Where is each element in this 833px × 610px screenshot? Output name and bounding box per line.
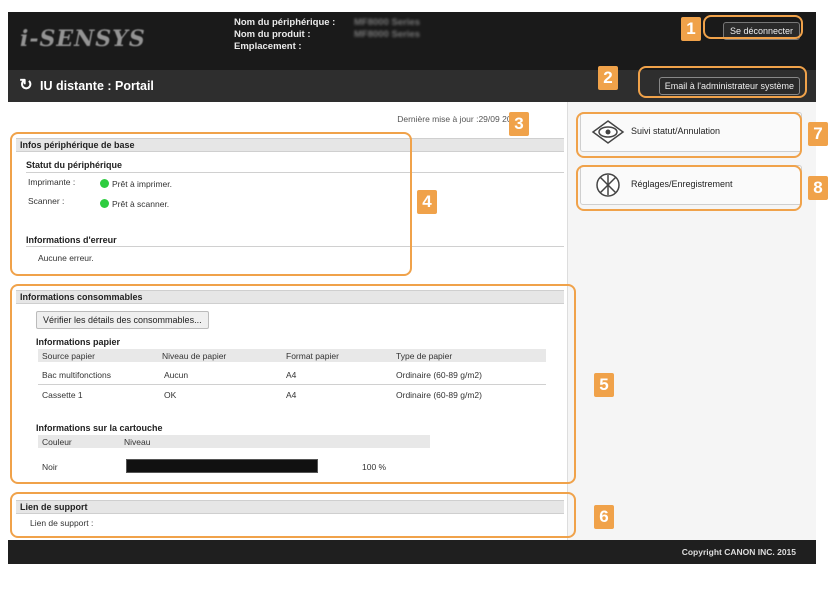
callout-outline [703,15,803,39]
page-title: IU distante : Portail [40,79,154,93]
callout-number: 5 [594,373,614,397]
brand-logo: i-SENSYS [20,26,146,52]
callout-number: 4 [417,190,437,214]
footer: Copyright CANON INC. 2015 [8,540,816,564]
portal-icon: ↻ [19,77,33,94]
product-name-value: MF8000 Series [354,29,421,40]
device-name-label: Nom du périphérique : [234,17,336,28]
copyright-text: Copyright CANON INC. 2015 [681,547,796,557]
callout-outline [10,284,576,484]
callout-outline [638,66,807,98]
device-name-value: MF8000 Series [354,17,421,28]
location-label: Emplacement : [234,41,302,52]
callout-number: 1 [681,17,701,41]
device-info: Nom du périphérique : MF8000 Series Nom … [234,17,420,53]
callout-outline [576,165,802,211]
callout-number: 7 [808,122,828,146]
remote-ui-portal: i-SENSYS Nom du périphérique : MF8000 Se… [0,0,833,610]
callout-number: 2 [598,66,618,90]
last-update-text: Dernière mise à jour :29/09 2015 [397,114,521,124]
callout-number: 3 [509,112,529,136]
callout-number: 8 [808,176,828,200]
callout-number: 6 [594,505,614,529]
product-name-label: Nom du produit : [234,29,311,40]
callout-outline [576,112,802,158]
callout-outline [10,132,412,276]
callout-outline [10,492,576,538]
